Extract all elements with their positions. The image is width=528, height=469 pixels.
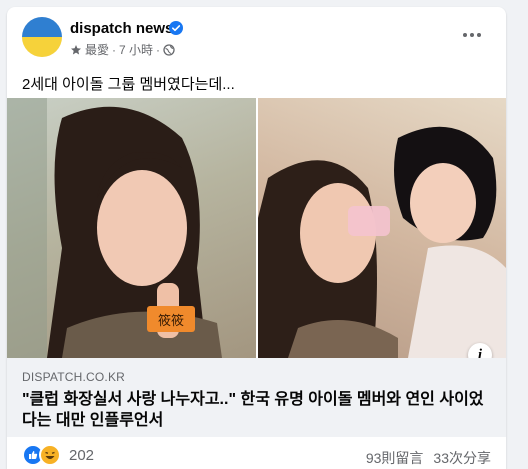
reactions-summary[interactable]: 202 (22, 444, 94, 466)
comments-count-link[interactable]: 93則留言 (366, 448, 424, 468)
reaction-count: 202 (69, 446, 95, 464)
post-caption: 2세대 아이돌 그룹 멤버였다는데... (22, 76, 235, 93)
audience-label: 最愛 (85, 43, 110, 57)
link-domain: DISPATCH.CO.KR (22, 370, 126, 384)
left-photo: 筱筱 (7, 98, 256, 358)
right-photo (258, 98, 506, 358)
meta-separator-2: · (156, 42, 161, 57)
link-title[interactable]: "클럽 화장실서 사랑 나누자고.." 한국 유명 아이돌 멤버와 연인 사이었… (22, 389, 492, 431)
star-icon (71, 44, 81, 54)
verified-badge-icon (169, 21, 183, 35)
link-preview-image[interactable]: 筱筱 i (7, 98, 506, 367)
right-photo-art (258, 126, 506, 358)
page-avatar[interactable] (22, 17, 62, 57)
avatar-flag-yellow (22, 37, 62, 57)
link-preview-text[interactable]: DISPATCH.CO.KR "클럽 화장실서 사랑 나누자고.." 한국 유명… (7, 358, 506, 437)
left-photo-art: 筱筱 (7, 98, 222, 358)
engagement-bar: 202 93則留言 33次分享 (7, 437, 506, 469)
engagement-counts: 93則留言 33次分享 (366, 448, 491, 468)
post-meta: 最愛 · 7 小時 · (70, 41, 175, 58)
name-tag-label: 筱筱 (158, 313, 184, 329)
more-dots-icon (463, 33, 481, 37)
post-header: dispatch news 最愛 · 7 小時 · (7, 7, 506, 63)
more-options-button[interactable] (458, 25, 486, 45)
shares-count-link[interactable]: 33次分享 (433, 448, 491, 468)
post-card: dispatch news 最愛 · 7 小時 · 2세대 아이돌 그룹 멤버였… (7, 7, 506, 469)
globe-icon (163, 43, 175, 56)
avatar-flag-blue (22, 17, 62, 37)
haha-reaction-icon (39, 444, 61, 466)
meta-separator: · (112, 42, 117, 57)
post-timestamp[interactable]: 7 小時 (119, 41, 153, 58)
page-name-link[interactable]: dispatch news (70, 20, 173, 37)
